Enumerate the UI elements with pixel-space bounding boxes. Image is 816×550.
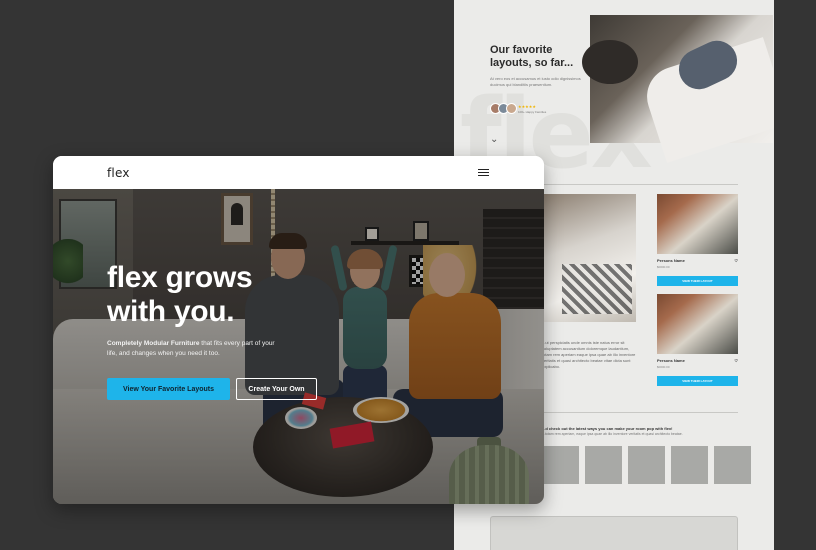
view-layout-button[interactable]: VIEW THEIR LAYOUT xyxy=(657,276,738,286)
menu-icon[interactable] xyxy=(478,168,489,177)
hero-heading: flex grows with you. xyxy=(107,261,337,329)
favorite-layouts-description: At vero eos et accusamus et iusto odio d… xyxy=(490,76,581,87)
hero-heading-line2: with you. xyxy=(107,295,235,328)
family-on-couch-photo xyxy=(582,15,774,163)
favorite-layouts-heading: Our favorite layouts, so far... xyxy=(490,44,574,69)
view-layout-button[interactable]: VIEW THEIR LAYOUT xyxy=(657,376,738,386)
layout-card-name-row: Persons Name ♡ xyxy=(657,358,738,363)
rating-stars: ★★★★★ xyxy=(518,104,536,109)
flex-logo[interactable]: flex xyxy=(107,166,130,180)
social-image-placeholder[interactable] xyxy=(628,446,665,484)
section-divider xyxy=(542,412,738,413)
customer-avatars xyxy=(490,103,517,114)
hero-heading-line1: flex grows xyxy=(107,261,253,294)
avatar xyxy=(506,103,517,114)
heart-icon[interactable]: ♡ xyxy=(734,358,738,363)
layout-card-name: Persons Name xyxy=(657,258,685,263)
layout-card-price: $0000.00 xyxy=(657,265,670,269)
top-navigation-bar: flex xyxy=(53,156,544,189)
social-image-placeholder[interactable] xyxy=(671,446,708,484)
round-table-shape xyxy=(582,40,638,84)
layout-card[interactable]: Persons Name ♡ $0000.00 VIEW THEIR LAYOU… xyxy=(657,194,738,287)
social-image-placeholder[interactable] xyxy=(585,446,622,484)
chevron-down-icon[interactable]: ⌄ xyxy=(490,134,498,145)
living-room-overhead-photo xyxy=(542,194,636,322)
footer-form-placeholder[interactable] xyxy=(490,516,738,550)
layout-description-text: ...ut perspiciatis unde omnis iste natus… xyxy=(542,340,636,369)
social-section-subtext: ...totam rem aperiam, eaque ipsa quae ab… xyxy=(542,432,683,436)
layout-card-name-row: Persons Name ♡ xyxy=(657,258,738,263)
layout-card-photo xyxy=(657,294,738,354)
hero-section: flex grows with you. Completely Modular … xyxy=(53,189,544,504)
layout-card-name: Persons Name xyxy=(657,358,685,363)
layout-card[interactable]: Persons Name ♡ $0000.00 VIEW THEIR LAYOU… xyxy=(657,294,738,387)
social-image-placeholder[interactable] xyxy=(542,446,579,484)
website-mockup: flex flex grows with you. Completely Mod… xyxy=(53,156,544,504)
create-your-own-button[interactable]: Create Your Own xyxy=(236,378,317,400)
heart-icon[interactable]: ♡ xyxy=(734,258,738,263)
layout-card-price: $0000.00 xyxy=(657,365,670,369)
rating-caption: 100+ Happy Families xyxy=(518,110,547,114)
layout-card-photo xyxy=(657,194,738,254)
social-image-grid xyxy=(542,446,751,484)
rug-shape xyxy=(562,264,632,314)
view-favorite-layouts-button[interactable]: View Your Favorite Layouts xyxy=(107,378,230,400)
social-section-heading: ...d check out the latest ways you can m… xyxy=(542,426,673,431)
social-image-placeholder[interactable] xyxy=(714,446,751,484)
hero-description-bold: Completely Modular Furniture xyxy=(107,340,200,347)
hero-description: Completely Modular Furniture that fits e… xyxy=(107,339,277,359)
